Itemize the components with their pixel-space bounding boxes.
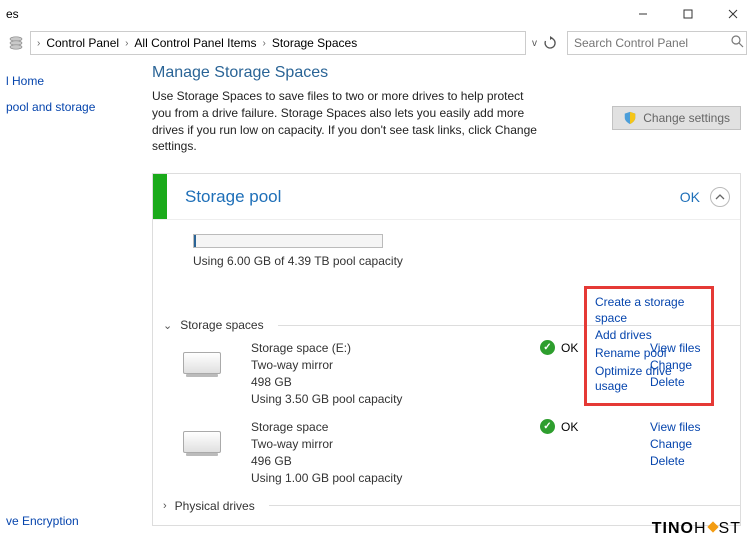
chevron-up-icon (715, 192, 725, 202)
space-type: Two-way mirror (251, 436, 510, 453)
drive-icon (183, 352, 221, 374)
pool-status: OK (680, 189, 700, 205)
space-name: Storage space (251, 419, 510, 436)
pool-usage-bar (193, 234, 383, 248)
drive-icon (183, 431, 221, 453)
pool-usage-text: Using 6.00 GB of 4.39 TB pool capacity (193, 254, 720, 268)
ok-check-icon: ✓ (540, 419, 555, 434)
chevron-right-icon: › (260, 38, 267, 49)
space-size: 496 GB (251, 453, 510, 470)
maximize-button[interactable] (665, 0, 710, 28)
collapse-toggle[interactable] (710, 187, 730, 207)
search-input[interactable] (572, 35, 731, 51)
change-settings-label: Change settings (643, 111, 730, 125)
pool-links-highlight: Create a storage space Add drives Rename… (584, 286, 714, 406)
search-box[interactable] (567, 31, 747, 55)
pool-status-bar (153, 174, 167, 219)
crumb-storage-spaces[interactable]: Storage Spaces (272, 36, 357, 50)
space-type: Two-way mirror (251, 357, 510, 374)
minimize-button[interactable] (620, 0, 665, 28)
crumb-control-panel[interactable]: Control Panel (46, 36, 119, 50)
page-heading: Manage Storage Spaces (152, 64, 741, 82)
ok-check-icon: ✓ (540, 340, 555, 355)
space-usage: Using 3.50 GB pool capacity (251, 391, 510, 408)
link-view-files[interactable]: View files (650, 419, 730, 436)
page-description: Use Storage Spaces to save files to two … (152, 88, 542, 155)
space-size: 498 GB (251, 374, 510, 391)
chevron-right-icon: › (163, 500, 167, 512)
physical-drives-header[interactable]: › Physical drives (153, 499, 740, 513)
link-create-space[interactable]: Create a storage space (595, 295, 703, 326)
pool-card: Storage pool OK Using 6.00 GB of 4.39 TB… (152, 173, 741, 525)
change-settings-button[interactable]: Change settings (612, 106, 741, 130)
sidebar-link-encryption[interactable]: ve Encryption (6, 508, 79, 534)
space-usage: Using 1.00 GB pool capacity (251, 470, 510, 487)
chevron-right-icon: › (35, 38, 42, 49)
close-button[interactable] (710, 0, 755, 28)
chevron-right-icon: › (123, 38, 130, 49)
link-change[interactable]: Change (650, 436, 730, 453)
drives-stack-icon (8, 35, 24, 51)
link-delete[interactable]: Delete (650, 453, 730, 470)
sidebar-link-home[interactable]: l Home (6, 68, 132, 94)
crumb-all-items[interactable]: All Control Panel Items (134, 36, 256, 50)
link-rename-pool[interactable]: Rename pool (595, 346, 703, 362)
watermark: TINOHST (652, 520, 741, 538)
breadcrumb[interactable]: › Control Panel › All Control Panel Item… (30, 31, 526, 55)
chevron-down-icon: ⌄ (163, 319, 172, 332)
shield-icon (623, 111, 637, 125)
link-add-drives[interactable]: Add drives (595, 328, 703, 344)
search-icon[interactable] (731, 35, 744, 51)
storage-space-item: Storage space Two-way mirror 496 GB Usin… (153, 411, 740, 490)
refresh-button[interactable] (539, 32, 561, 54)
sidebar-link-pool-storage[interactable]: pool and storage (6, 94, 132, 120)
diamond-icon (707, 521, 718, 532)
link-optimize[interactable]: Optimize drive usage (595, 364, 703, 395)
space-status-text: OK (561, 341, 578, 355)
space-status-text: OK (561, 420, 578, 434)
pool-title: Storage pool (167, 187, 680, 207)
window-title-fragment: es (6, 7, 19, 21)
sidebar: l Home pool and storage ve Encryption (0, 58, 138, 544)
space-name: Storage space (E:) (251, 340, 510, 357)
chevron-down-icon[interactable]: v (532, 38, 537, 49)
